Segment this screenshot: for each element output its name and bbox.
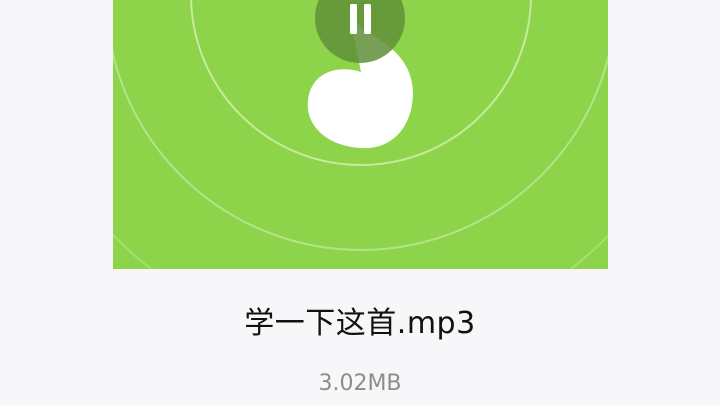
audio-cover-art	[113, 0, 608, 269]
file-preview-page: 学一下这首.mp3 3.02MB	[0, 0, 720, 405]
cover-graphic	[113, 0, 608, 269]
file-name: 学一下这首.mp3	[244, 306, 476, 341]
file-size: 3.02MB	[318, 371, 402, 396]
